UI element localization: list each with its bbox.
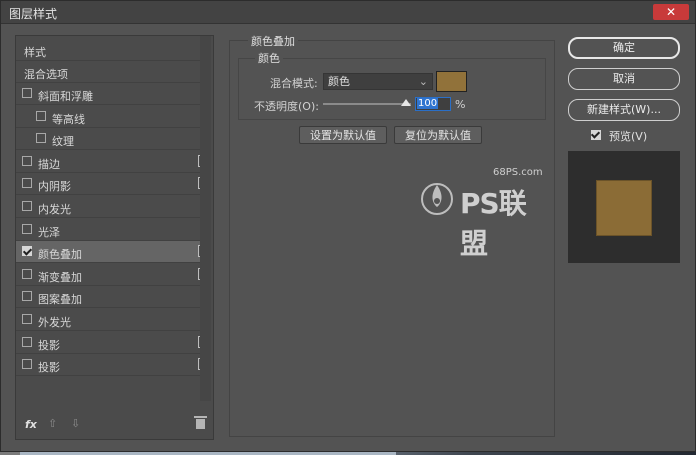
style-item[interactable]: 内发光 <box>16 196 200 218</box>
watermark-domain: 68PS.com <box>493 167 543 178</box>
style-item-checkbox[interactable] <box>22 246 32 257</box>
opacity-input[interactable]: 100 <box>415 97 451 111</box>
blend-mode-value: 颜色 <box>328 75 350 88</box>
chevron-down-icon: ⌄ <box>418 75 428 88</box>
close-button[interactable]: ✕ <box>653 4 689 20</box>
reset-default-button[interactable]: 复位为默认值 <box>394 126 482 144</box>
blend-options-label: 混合选项 <box>24 68 68 81</box>
ok-button[interactable]: 确定 <box>568 37 680 59</box>
style-item[interactable]: 渐变叠加 <box>16 264 210 286</box>
watermark-brand: PS联盟 <box>460 187 527 260</box>
style-item-checkbox[interactable] <box>22 155 32 166</box>
move-down-icon[interactable]: ⇩ <box>71 417 80 430</box>
style-item-label: 图案叠加 <box>38 293 82 307</box>
opacity-slider-track[interactable] <box>323 103 411 105</box>
style-item-checkbox[interactable] <box>22 336 32 347</box>
style-item-label: 描边 <box>38 157 60 171</box>
style-item-checkbox[interactable] <box>22 88 32 98</box>
opacity-label: 不透明度(O): <box>254 100 319 113</box>
styles-list: 样式 混合选项 斜面和浮雕等高线纹理描边内阴影内发光光泽颜色叠加渐变叠加图案叠加… <box>15 35 214 440</box>
styles-header[interactable]: 样式 <box>16 39 200 61</box>
title-bar: 图层样式 ✕ <box>1 1 695 24</box>
blend-mode-label: 混合模式: <box>270 77 318 90</box>
style-item-checkbox[interactable] <box>22 268 32 279</box>
style-item[interactable]: 斜面和浮雕 <box>16 83 200 105</box>
style-item[interactable]: 投影 <box>16 354 210 377</box>
style-item-label: 斜面和浮雕 <box>38 90 93 103</box>
style-item-checkbox[interactable] <box>22 314 32 324</box>
trash-icon[interactable] <box>194 416 207 429</box>
overlay-color-swatch[interactable] <box>436 71 467 92</box>
style-item-label: 渐变叠加 <box>38 270 82 284</box>
watermark: 68PS.com PS联盟 <box>420 167 550 260</box>
style-item[interactable]: 图案叠加 <box>16 286 200 309</box>
styles-header-label: 样式 <box>24 46 46 59</box>
cancel-button[interactable]: 取消 <box>568 68 680 90</box>
style-item-label: 投影 <box>38 338 60 352</box>
style-item-checkbox[interactable] <box>36 110 46 121</box>
opacity-value: 100 <box>417 98 439 109</box>
color-subgroup-title: 颜色 <box>255 50 283 66</box>
move-up-icon[interactable]: ⇧ <box>48 417 57 430</box>
style-item-checkbox[interactable] <box>22 291 32 302</box>
preview-checkbox[interactable] <box>591 130 601 140</box>
style-item-label: 内阴影 <box>38 180 71 194</box>
style-item-label: 内发光 <box>38 203 71 216</box>
color-overlay-title: 颜色叠加 <box>248 33 298 49</box>
list-scrollbar[interactable] <box>200 36 211 401</box>
style-item-label: 外发光 <box>38 316 71 329</box>
style-item-label: 投影 <box>38 361 60 375</box>
style-item-checkbox[interactable] <box>22 201 32 211</box>
preview-label: 预览(V) <box>609 130 648 143</box>
preview-swatch <box>596 180 652 236</box>
style-item-label: 颜色叠加 <box>38 248 82 262</box>
watermark-logo-icon <box>421 183 453 215</box>
style-item[interactable]: 光泽 <box>16 219 200 241</box>
style-item-label: 纹理 <box>52 135 74 149</box>
list-toolbar: fx ⇧ ⇩ <box>16 411 213 439</box>
opacity-slider-thumb[interactable] <box>401 99 411 106</box>
style-item-label: 等高线 <box>52 112 85 126</box>
style-item-checkbox[interactable] <box>22 178 32 189</box>
opacity-unit: % <box>455 98 466 111</box>
style-item[interactable]: 等高线 <box>16 106 200 128</box>
style-item[interactable]: 外发光 <box>16 309 200 331</box>
blend-options-item[interactable]: 混合选项 <box>16 61 200 83</box>
new-style-button[interactable]: 新建样式(W)... <box>568 99 680 121</box>
fx-icon[interactable]: fx <box>25 418 37 431</box>
window-title: 图层样式 <box>9 7 58 21</box>
blend-mode-select[interactable]: 颜色 ⌄ <box>323 73 433 90</box>
style-item-label: 光泽 <box>38 225 60 239</box>
style-item-checkbox[interactable] <box>36 133 46 144</box>
style-item-checkbox[interactable] <box>22 359 32 370</box>
style-item[interactable]: 颜色叠加 <box>16 241 210 264</box>
style-item-checkbox[interactable] <box>22 223 32 234</box>
set-default-button[interactable]: 设置为默认值 <box>299 126 387 144</box>
style-item[interactable]: 投影 <box>16 332 210 354</box>
style-item[interactable]: 纹理 <box>16 128 200 151</box>
style-item[interactable]: 内阴影 <box>16 173 210 196</box>
style-item[interactable]: 描边 <box>16 151 210 173</box>
